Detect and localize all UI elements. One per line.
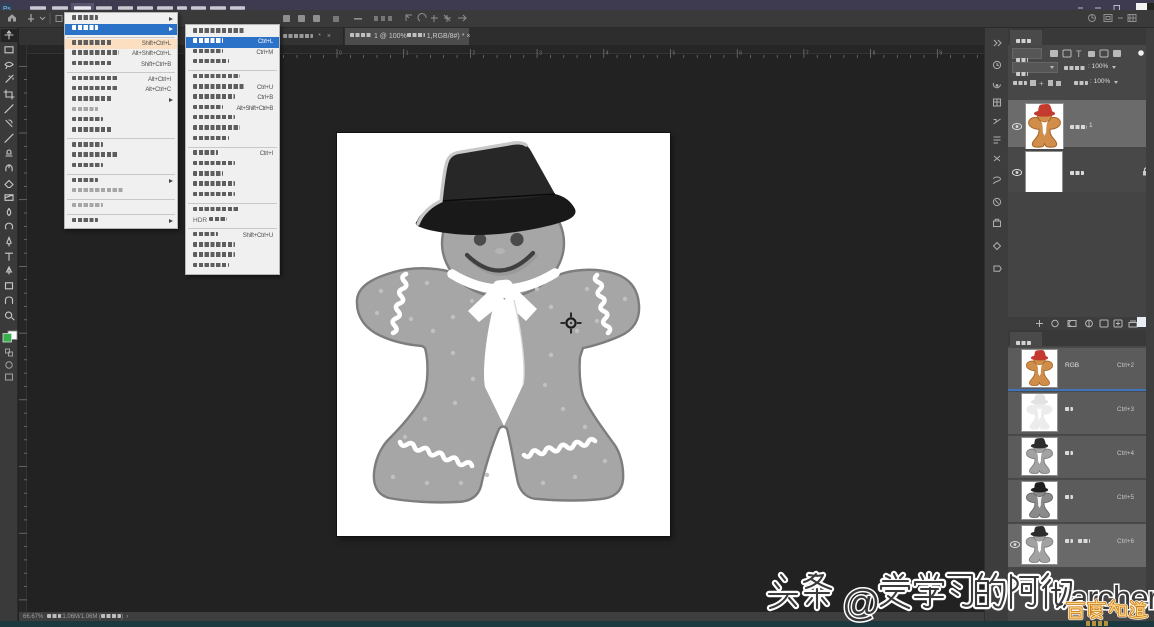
svg-text:0: 0 [339, 51, 342, 57]
svg-text:T: T [1076, 49, 1082, 59]
svg-text:1: 1 [406, 51, 409, 57]
svg-text:4: 4 [606, 51, 609, 57]
svg-text:@: @ [842, 583, 881, 625]
svg-text:6: 6 [739, 51, 742, 57]
svg-text:8: 8 [873, 51, 876, 57]
svg-text:5: 5 [673, 51, 676, 57]
svg-text:7: 7 [806, 51, 809, 57]
svg-text:9: 9 [939, 51, 942, 57]
svg-text:3: 3 [539, 51, 542, 57]
svg-text:2: 2 [472, 51, 475, 57]
svg-text:+: + [1039, 79, 1044, 88]
